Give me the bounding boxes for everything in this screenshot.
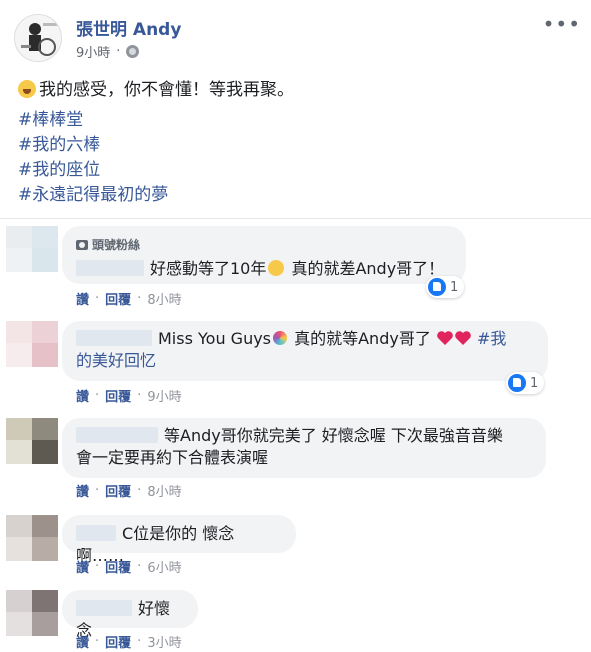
top-fan-label: 頭號粉絲 — [92, 238, 141, 252]
hashtag[interactable]: #永遠記得最初的夢 — [18, 183, 168, 208]
commenter-avatar[interactable] — [6, 418, 58, 464]
post-meta-dot: · — [116, 44, 121, 59]
reply-button[interactable]: 回覆 — [105, 386, 131, 405]
comment-time[interactable]: 8小時 — [147, 289, 181, 308]
lollipop-emoji-icon — [273, 331, 288, 345]
like-button[interactable]: 讚 — [76, 386, 89, 405]
post: 張世明 Andy 9小時 · ••• 我的感受，你不會懂！等我再聚。 #棒棒堂 … — [0, 0, 591, 218]
comment-text: Miss You Guys 真的就等Andy哥了 #我 — [76, 328, 534, 350]
comment-text-part: 真的就等Andy哥了 — [289, 329, 436, 348]
separator-dot: · — [137, 388, 142, 403]
like-reaction-icon — [428, 278, 446, 296]
comment-text-part: 等Andy哥你就完美了 好懷念喔 下次最強音音樂 — [164, 426, 503, 445]
heart-icon — [437, 331, 453, 345]
commenter-avatar[interactable] — [6, 515, 58, 561]
comment-bubble: 頭號粉絲 好感動等了10年 真的就差Andy哥了！ — [62, 226, 466, 284]
comment-bubble: 等Andy哥你就完美了 好懷念喔 下次最強音音樂 會一定要再約下合體表演喔 — [62, 418, 546, 478]
post-text-content: 我的感受，你不會懂！等我再聚。 — [39, 80, 294, 100]
reaction-count: 1 — [450, 279, 459, 295]
commenter-avatar[interactable] — [6, 321, 58, 367]
divider — [0, 218, 591, 219]
author-name[interactable]: 張世明 Andy — [76, 15, 181, 40]
like-button[interactable]: 讚 — [76, 289, 89, 308]
comment-time[interactable]: 8小時 — [147, 481, 181, 500]
more-options-icon[interactable]: ••• — [543, 12, 581, 36]
separator-dot: · — [95, 483, 100, 498]
comment-text: 好感動等了10年 真的就差Andy哥了！ — [76, 258, 452, 280]
reply-button[interactable]: 回覆 — [105, 289, 131, 308]
commenter-avatar[interactable] — [6, 590, 58, 636]
like-button[interactable]: 讚 — [76, 632, 89, 651]
comment-text-part: Miss You Guys — [158, 329, 272, 348]
post-time[interactable]: 9小時 — [76, 42, 110, 61]
commenter-name-blurred[interactable] — [76, 427, 158, 443]
separator-dot: · — [95, 559, 100, 574]
separator-dot: · — [95, 291, 100, 306]
comment-text-line: 會一定要再約下合體表演喔 — [76, 448, 269, 467]
like-button[interactable]: 讚 — [76, 557, 89, 576]
comment-bubble: Miss You Guys 真的就等Andy哥了 #我 的美好回忆 — [62, 321, 548, 381]
author-avatar[interactable] — [14, 14, 62, 62]
commenter-name-blurred[interactable] — [76, 600, 132, 616]
comment-actions: 讚 · 回覆 · 8小時 — [76, 289, 182, 308]
hashtag-link[interactable]: 的美好回忆 — [76, 350, 534, 372]
like-reaction-icon — [508, 374, 526, 392]
comment-bubble: C位是你的 懷念啊…… — [62, 515, 296, 565]
hashtag[interactable]: #棒棒堂 — [18, 108, 168, 133]
commenter-name-blurred[interactable] — [76, 330, 152, 346]
separator-dot: · — [95, 634, 100, 649]
hashtag[interactable]: #我的座位 — [18, 158, 168, 183]
badge-icon — [76, 240, 88, 250]
crying-emoji-icon — [268, 260, 285, 276]
comment-actions: 讚 · 回覆 · 8小時 — [76, 481, 182, 500]
comment-time[interactable]: 6小時 — [147, 557, 181, 576]
reply-button[interactable]: 回覆 — [105, 632, 131, 651]
post-text: 我的感受，你不會懂！等我再聚。 — [18, 78, 294, 102]
reply-button[interactable]: 回覆 — [105, 481, 131, 500]
reaction-summary[interactable]: 1 — [426, 276, 465, 298]
comment-time[interactable]: 3小時 — [147, 632, 181, 651]
crying-emoji-icon — [18, 80, 36, 98]
hashtag[interactable]: #我的六棒 — [18, 133, 168, 158]
comment-text: 等Andy哥你就完美了 好懷念喔 下次最強音音樂 — [76, 425, 532, 447]
comment-bubble: 好懷念 — [62, 590, 198, 640]
reply-button[interactable]: 回覆 — [105, 557, 131, 576]
separator-dot: · — [137, 483, 142, 498]
hashtag-list: #棒棒堂 #我的六棒 #我的座位 #永遠記得最初的夢 — [18, 108, 168, 208]
separator-dot: · — [137, 559, 142, 574]
comment-text-part: 真的就差Andy哥了！ — [286, 259, 445, 278]
like-button[interactable]: 讚 — [76, 481, 89, 500]
heart-icon — [455, 331, 471, 345]
top-fan-badge: 頭號粉絲 — [76, 234, 452, 256]
globe-icon[interactable] — [126, 45, 140, 58]
separator-dot: · — [137, 291, 142, 306]
reaction-count: 1 — [530, 375, 539, 391]
commenter-name-blurred[interactable] — [76, 260, 144, 276]
hashtag-link[interactable]: #我 — [472, 329, 506, 348]
comment-actions: 讚 · 回覆 · 9小時 — [76, 386, 182, 405]
separator-dot: · — [137, 634, 142, 649]
comment-text-part: 好感動等了10年 — [150, 259, 267, 278]
post-meta: 9小時 · — [76, 42, 140, 61]
commenter-name-blurred[interactable] — [76, 525, 116, 541]
reaction-summary[interactable]: 1 — [506, 372, 545, 394]
commenter-avatar[interactable] — [6, 226, 58, 272]
comment-actions: 讚 · 回覆 · 3小時 — [76, 632, 182, 651]
comment-time[interactable]: 9小時 — [147, 386, 181, 405]
comment-actions: 讚 · 回覆 · 6小時 — [76, 557, 182, 576]
separator-dot: · — [95, 388, 100, 403]
